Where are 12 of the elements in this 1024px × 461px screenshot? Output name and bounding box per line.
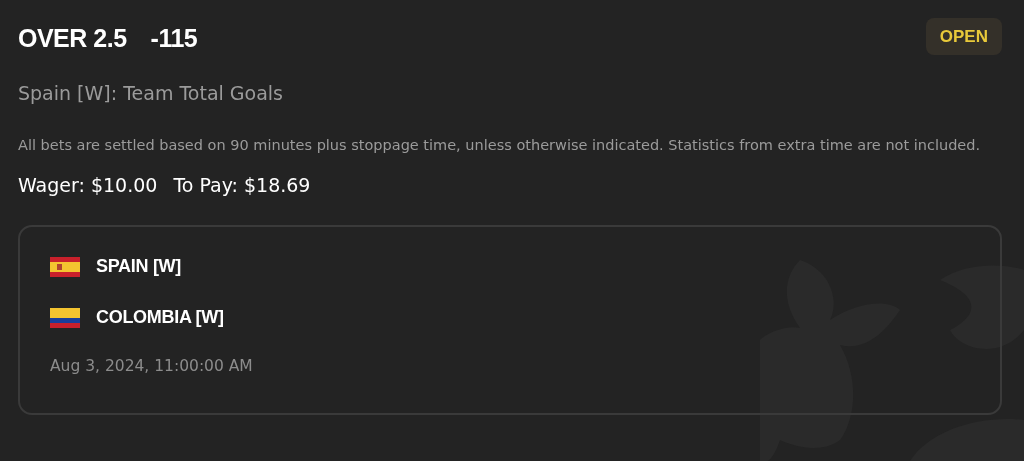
team-name: COLOMBIA [W] [96,306,224,330]
odds: -115 [150,26,198,51]
payout-amount: To Pay: $18.69 [173,172,311,198]
status-badge: OPEN [925,18,1002,55]
market-name: Spain [W]: Team Total Goals [18,81,285,106]
disclaimer-text: All bets are settled based on 90 minutes plus stoppage time, unless otherwise indicated. Statistics from extra time are not included. [18,137,982,153]
team-name: SPAIN [W] [96,255,181,279]
wager-amount: Wager: $10.00 [18,172,158,198]
bet-selection: OVER 2.5 [18,26,127,51]
event-date: Aug 3, 2024, 11:00:00 AM [50,356,254,378]
spain-flag-icon [50,256,80,277]
colombia-flag-icon [50,307,80,328]
